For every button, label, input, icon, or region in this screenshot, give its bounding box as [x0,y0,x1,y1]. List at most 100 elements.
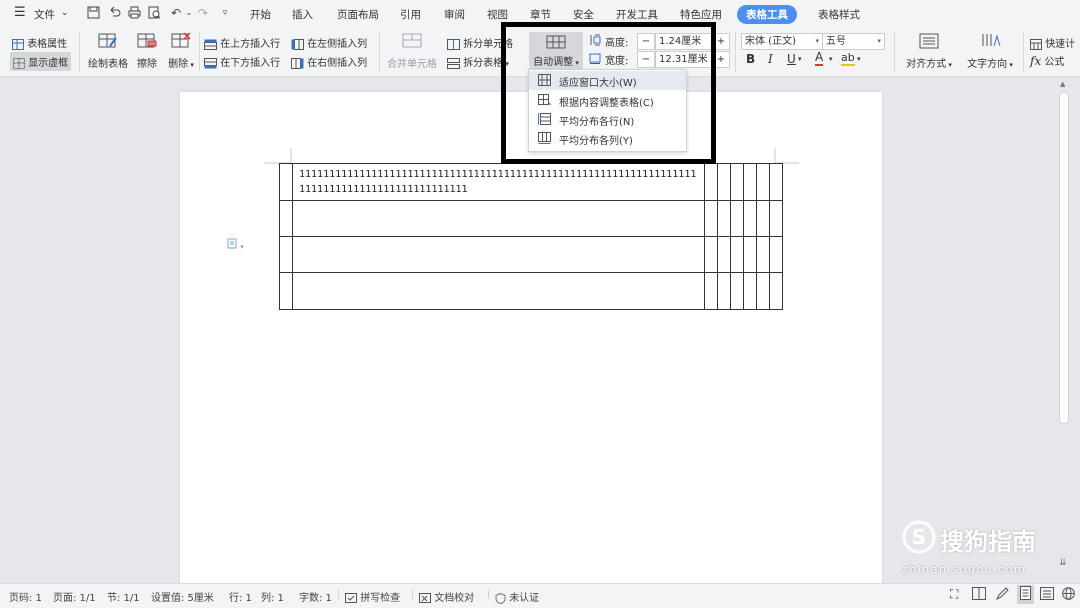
table-cell[interactable] [279,200,293,237]
outline-view-icon[interactable] [1040,587,1054,603]
save-icon[interactable] [86,6,100,20]
table-cell[interactable] [743,163,757,201]
undo-icon[interactable]: ↶ [169,6,183,20]
table-cell[interactable] [717,200,731,237]
underline-button[interactable]: U [787,52,796,66]
tab-developer[interactable]: 开发工具 [616,7,658,22]
table-cell[interactable] [292,272,705,310]
status-setting[interactable]: 设置值: 5厘米 [151,589,214,604]
scroll-thumb[interactable] [1059,92,1069,424]
tab-references[interactable]: 引用 [400,7,421,22]
status-section[interactable]: 节: 1/1 [107,589,140,604]
table-cell[interactable] [717,272,731,310]
tab-page-layout[interactable]: 页面布局 [337,7,379,22]
table-cell[interactable] [279,236,293,273]
quick-calc-button[interactable]: 快速计 [1030,35,1075,50]
status-page[interactable]: 页面: 1/1 [53,589,96,604]
insert-col-left-button[interactable]: 在左侧插入列 [291,35,367,50]
status-page-code[interactable]: 页码: 1 [9,589,42,604]
table-cell[interactable] [279,163,293,201]
vertical-scrollbar[interactable]: ▲ ⇊ [1056,78,1070,583]
edit-mode-icon[interactable] [995,587,1009,603]
table-cell[interactable] [756,200,770,237]
table-cell[interactable] [730,272,744,310]
table-cell[interactable] [704,236,718,273]
table-cell[interactable] [769,200,783,237]
more-icon[interactable]: ▿ [218,6,232,20]
spell-check-button[interactable]: 拼写检查 [345,589,400,604]
table-cell[interactable] [292,236,705,273]
table-cell[interactable] [756,163,770,201]
table-cell[interactable] [756,272,770,310]
tab-view[interactable]: 视图 [487,7,508,22]
table-cell[interactable] [717,163,731,201]
erase-button[interactable]: 擦除 [135,32,159,70]
table-cell[interactable] [756,236,770,273]
table-cell[interactable] [730,236,744,273]
doc-check-button[interactable]: 文档校对 [419,589,474,604]
draw-table-button[interactable]: 绘制表格 [87,32,129,70]
table-cell[interactable] [743,200,757,237]
tab-review[interactable]: 审阅 [444,7,465,22]
insert-row-above-button[interactable]: 在上方插入行 [204,35,280,50]
table-cell[interactable] [730,163,744,201]
delete-button[interactable]: 删除 ▾ [167,32,195,70]
chevron-down-icon[interactable]: ⌄ [61,8,69,18]
text-direction-button[interactable]: 文字方向 ▾ [964,32,1016,70]
page-view-icon[interactable] [1017,585,1034,604]
table-cell[interactable] [704,163,718,201]
status-word-count[interactable]: 字数: 1 [299,589,332,604]
scroll-page-down-icon[interactable]: ⇊ [1059,558,1067,568]
tab-table-style[interactable]: 表格样式 [818,7,860,22]
chevron-down-icon[interactable]: ▾ [798,55,802,63]
paragraph-layout-icon[interactable]: ▾ [227,238,244,252]
chevron-down-icon[interactable]: ▾ [857,55,861,63]
fullscreen-icon[interactable]: ⛶ [950,587,958,602]
insert-col-right-button[interactable]: 在右侧插入列 [291,54,367,69]
tab-section[interactable]: 章节 [530,7,551,22]
table-cell[interactable] [769,272,783,310]
hamburger-icon[interactable]: ☰ [14,5,26,20]
align-button[interactable]: 对齐方式 ▾ [903,32,955,70]
tab-security[interactable]: 安全 [573,7,594,22]
font-size-select[interactable]: 五号 ▾ [822,33,885,50]
table-cell[interactable] [704,200,718,237]
merge-cells-button[interactable]: 合并单元格 [386,32,438,70]
table-cell[interactable]: 1111111111111111111111111111111111111111… [292,163,705,201]
split-table-button[interactable]: 拆分表格 ▾ [447,54,509,69]
table-cell[interactable] [769,236,783,273]
tab-special[interactable]: 特色应用 [680,7,722,22]
font-color-button[interactable]: A [815,51,824,66]
table-cell[interactable] [730,200,744,237]
font-name-select[interactable]: 宋体 (正文) ▾ [741,33,823,50]
insert-row-below-button[interactable]: 在下方插入行 [204,54,280,69]
table-properties-button[interactable]: 表格属性 [12,35,67,50]
file-menu[interactable]: 文件 [34,7,55,22]
scroll-up-icon[interactable]: ▲ [1060,80,1065,88]
print-preview-icon[interactable] [147,6,161,20]
print-icon[interactable] [127,6,141,20]
document-table[interactable]: 1111111111111111111111111111111111111111… [279,163,783,310]
chevron-down-icon[interactable]: ⌄ [182,6,196,20]
table-cell[interactable] [717,236,731,273]
unverified-button[interactable]: 未认证 [495,589,539,604]
table-cell[interactable] [279,272,293,310]
table-cell[interactable] [743,236,757,273]
highlight-button[interactable]: ab [841,51,855,66]
tab-table-tools[interactable]: 表格工具 [737,5,797,24]
table-cell[interactable] [769,163,783,201]
tab-start[interactable]: 开始 [250,7,271,22]
tab-insert[interactable]: 插入 [292,7,313,22]
undo-format-icon[interactable] [107,6,121,20]
formula-button[interactable]: fx 公式 [1030,53,1064,68]
table-cell[interactable] [743,272,757,310]
chevron-down-icon[interactable]: ▾ [829,55,833,63]
italic-button[interactable]: I [768,52,773,66]
redo-icon[interactable]: ↷ [196,6,210,20]
table-cell[interactable] [292,200,705,237]
table-cell[interactable] [704,272,718,310]
web-view-icon[interactable] [1062,587,1075,603]
show-gridlines-button[interactable]: 显示虚框 [10,52,72,71]
reading-mode-icon[interactable] [972,587,986,603]
bold-button[interactable]: B [746,52,755,66]
